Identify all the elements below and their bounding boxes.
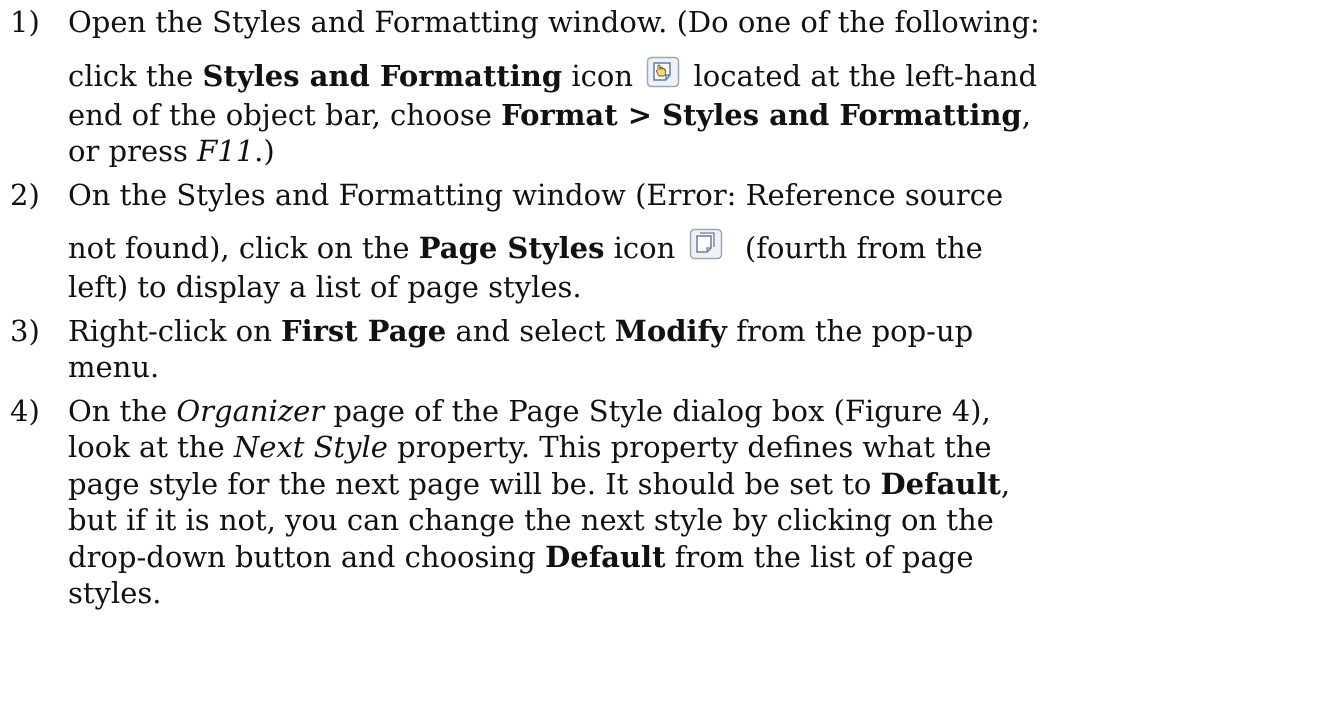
text-run: (fourth from the — [726, 231, 983, 265]
ui-term: Default — [545, 539, 666, 574]
step-number: 2) — [10, 177, 40, 212]
step-text-line: On the Styles and Formatting window (Err… — [68, 177, 1004, 212]
step-4: 4) On the Organizer page of the Page Sty… — [0, 393, 1335, 612]
step-text-line: On the Organizer page of the Page Style … — [68, 393, 1327, 430]
step-text-line: Open the Styles and Formatting window. (… — [68, 5, 1040, 39]
page-styles-icon — [689, 228, 723, 260]
ui-term: First Page — [280, 313, 447, 348]
text-run: icon — [562, 58, 634, 93]
step-number: 4) — [10, 393, 40, 428]
text-run: located at the left-hand — [684, 58, 1038, 93]
step-text-line: left) to display a list of page styles. — [68, 270, 582, 304]
text-run: , — [1021, 97, 1031, 132]
text-run: not found), click on the — [68, 231, 419, 265]
step-1: 1) Open the Styles and Formatting window… — [0, 4, 1335, 170]
step-text-line: menu. — [68, 350, 160, 384]
text-run: look at the — [68, 430, 234, 464]
step-text-line: look at the Next Style property. This pr… — [68, 429, 1327, 466]
styles-and-formatting-icon — [646, 56, 680, 88]
step-3: 3) Right-click on First Page and select … — [0, 313, 1335, 386]
ui-term: Styles and Formatting — [202, 58, 563, 93]
text-run: and select — [446, 313, 615, 348]
text-run: Right-click on — [68, 313, 281, 348]
step-text-line: but if it is not, you can change the nex… — [68, 503, 994, 537]
step-number: 3) — [10, 313, 40, 348]
step-text-line: not found), click on the Page Styles ico… — [68, 213, 1327, 269]
ui-term: Page Styles — [418, 231, 605, 265]
text-run: click the — [68, 58, 203, 93]
text-run: property. This property defines what the — [387, 430, 992, 464]
step-text-line: end of the object bar, choose Format > S… — [68, 97, 1327, 134]
text-run: from the list of page — [665, 539, 974, 574]
ui-term: Organizer — [176, 393, 325, 428]
text-run: from the pop-up — [726, 313, 974, 348]
ui-term: Modify — [614, 313, 727, 348]
text-run: page style for the next page will be. It… — [68, 466, 881, 501]
instruction-list: 1) Open the Styles and Formatting window… — [0, 4, 1335, 619]
text-run: On the — [68, 393, 177, 428]
step-text-line: click the Styles and Formatting icon loc… — [68, 41, 1327, 97]
text-run: icon — [604, 231, 676, 265]
ui-term: Next Style — [233, 430, 388, 464]
text-run: , — [1000, 466, 1011, 501]
step-text-line: or press F11.) — [68, 133, 1327, 170]
text-run: .) — [254, 134, 275, 168]
text-run: page of the Page Style dialog box (Figur… — [324, 393, 991, 428]
step-text-line: Right-click on First Page and select Mod… — [68, 313, 1327, 350]
ui-term: Default — [880, 466, 1001, 501]
menu-path: Format > Styles and Formatting — [501, 97, 1022, 132]
step-text-line: page style for the next page will be. It… — [68, 466, 1327, 503]
text-run: drop-down button and choosing — [68, 539, 546, 574]
step-text-line: styles. — [68, 576, 162, 610]
keyboard-shortcut: F11 — [197, 134, 255, 168]
text-run: or press — [68, 134, 198, 168]
step-2: 2) On the Styles and Formatting window (… — [0, 177, 1335, 306]
step-text-line: drop-down button and choosing Default fr… — [68, 539, 1327, 576]
text-run: end of the object bar, choose — [68, 97, 502, 132]
step-number: 1) — [10, 5, 40, 39]
